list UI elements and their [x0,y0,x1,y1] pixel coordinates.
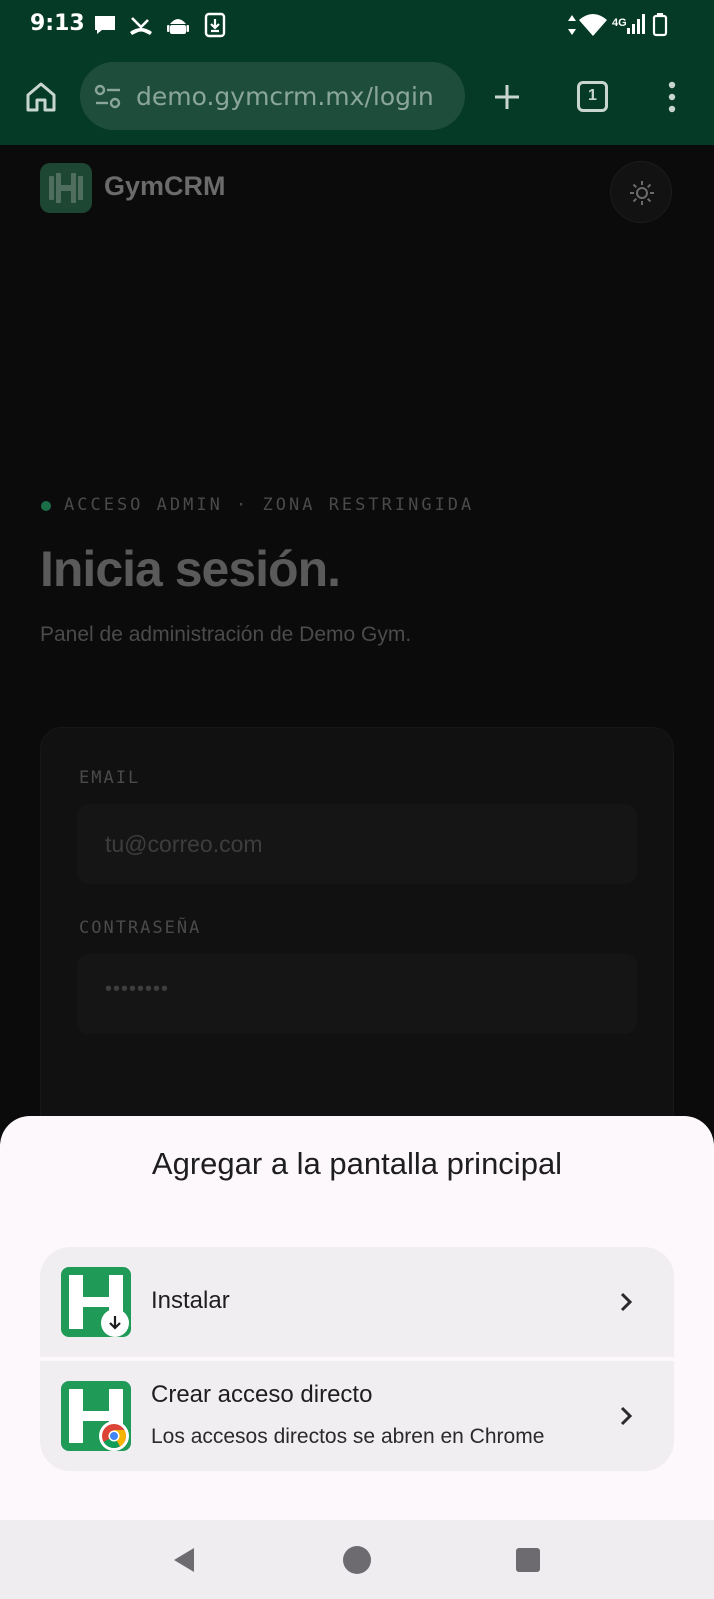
missed-call-icon [130,17,152,35]
status-bar: 9:13 4G [0,0,714,50]
message-icon [95,16,115,34]
battery-icon [652,13,668,37]
password-field[interactable]: •••••••• [77,954,637,1034]
site-settings-icon[interactable] [94,84,122,110]
status-time: 9:13 [30,11,85,36]
address-bar[interactable]: demo.gymcrm.mx/login [80,62,465,130]
browser-toolbar: demo.gymcrm.mx/login 1 [0,50,714,145]
page-title: Inicia sesión. [40,541,341,597]
create-shortcut-subtitle: Los accesos directos se abren en Chrome [151,1425,545,1448]
chevron-right-icon [620,1406,633,1426]
home-nav-icon[interactable] [342,1545,372,1575]
recents-icon[interactable] [514,1546,542,1574]
page-subtitle: Panel de administración de Demo Gym. [40,623,412,646]
eyebrow-text: ACCESO ADMIN · ZONA RESTRINGIDA [64,495,475,515]
download-arrow-icon [109,1316,121,1330]
chrome-icon [102,1424,127,1449]
chrome-badge [99,1421,129,1451]
email-placeholder: tu@correo.com [105,831,263,857]
tab-switcher-icon[interactable]: 1 [577,81,608,112]
email-field[interactable]: tu@correo.com [77,804,637,884]
android-icon [167,19,189,34]
app-icon [61,1381,131,1451]
create-shortcut-option[interactable]: Crear acceso directo Los accesos directo… [40,1361,674,1471]
password-label: CONTRASEÑA [79,918,202,938]
create-shortcut-label: Crear acceso directo [151,1381,373,1408]
install-option[interactable]: Instalar [40,1247,674,1357]
signal-icon [627,14,645,34]
download-notification-icon [204,12,226,38]
system-nav-bar [0,1520,714,1599]
chevron-right-icon [620,1292,633,1312]
sheet-title: Agregar a la pantalla principal [151,1146,563,1181]
dumbbell-logo-icon [49,173,83,203]
gymcrm-logo [40,163,92,213]
status-dot [41,501,51,511]
app-icon [61,1267,131,1337]
wifi-icon [579,14,607,36]
install-label: Instalar [151,1287,230,1314]
back-icon[interactable] [170,1545,198,1575]
theme-toggle-button[interactable] [610,161,672,223]
url-text[interactable]: demo.gymcrm.mx/login [136,82,456,111]
email-label: EMAIL [79,768,141,788]
new-tab-icon[interactable] [492,82,522,112]
brand-name: GymCRM [104,171,226,201]
install-badge [101,1309,129,1337]
tab-count: 1 [588,87,597,104]
sun-icon [630,181,654,205]
password-placeholder: •••••••• [105,978,170,1000]
add-to-home-sheet: Agregar a la pantalla principal Instalar [0,1116,714,1520]
home-icon[interactable] [24,80,58,114]
network-type: 4G [612,17,627,29]
more-menu-icon[interactable] [664,80,680,114]
data-arrows-icon [568,15,576,35]
